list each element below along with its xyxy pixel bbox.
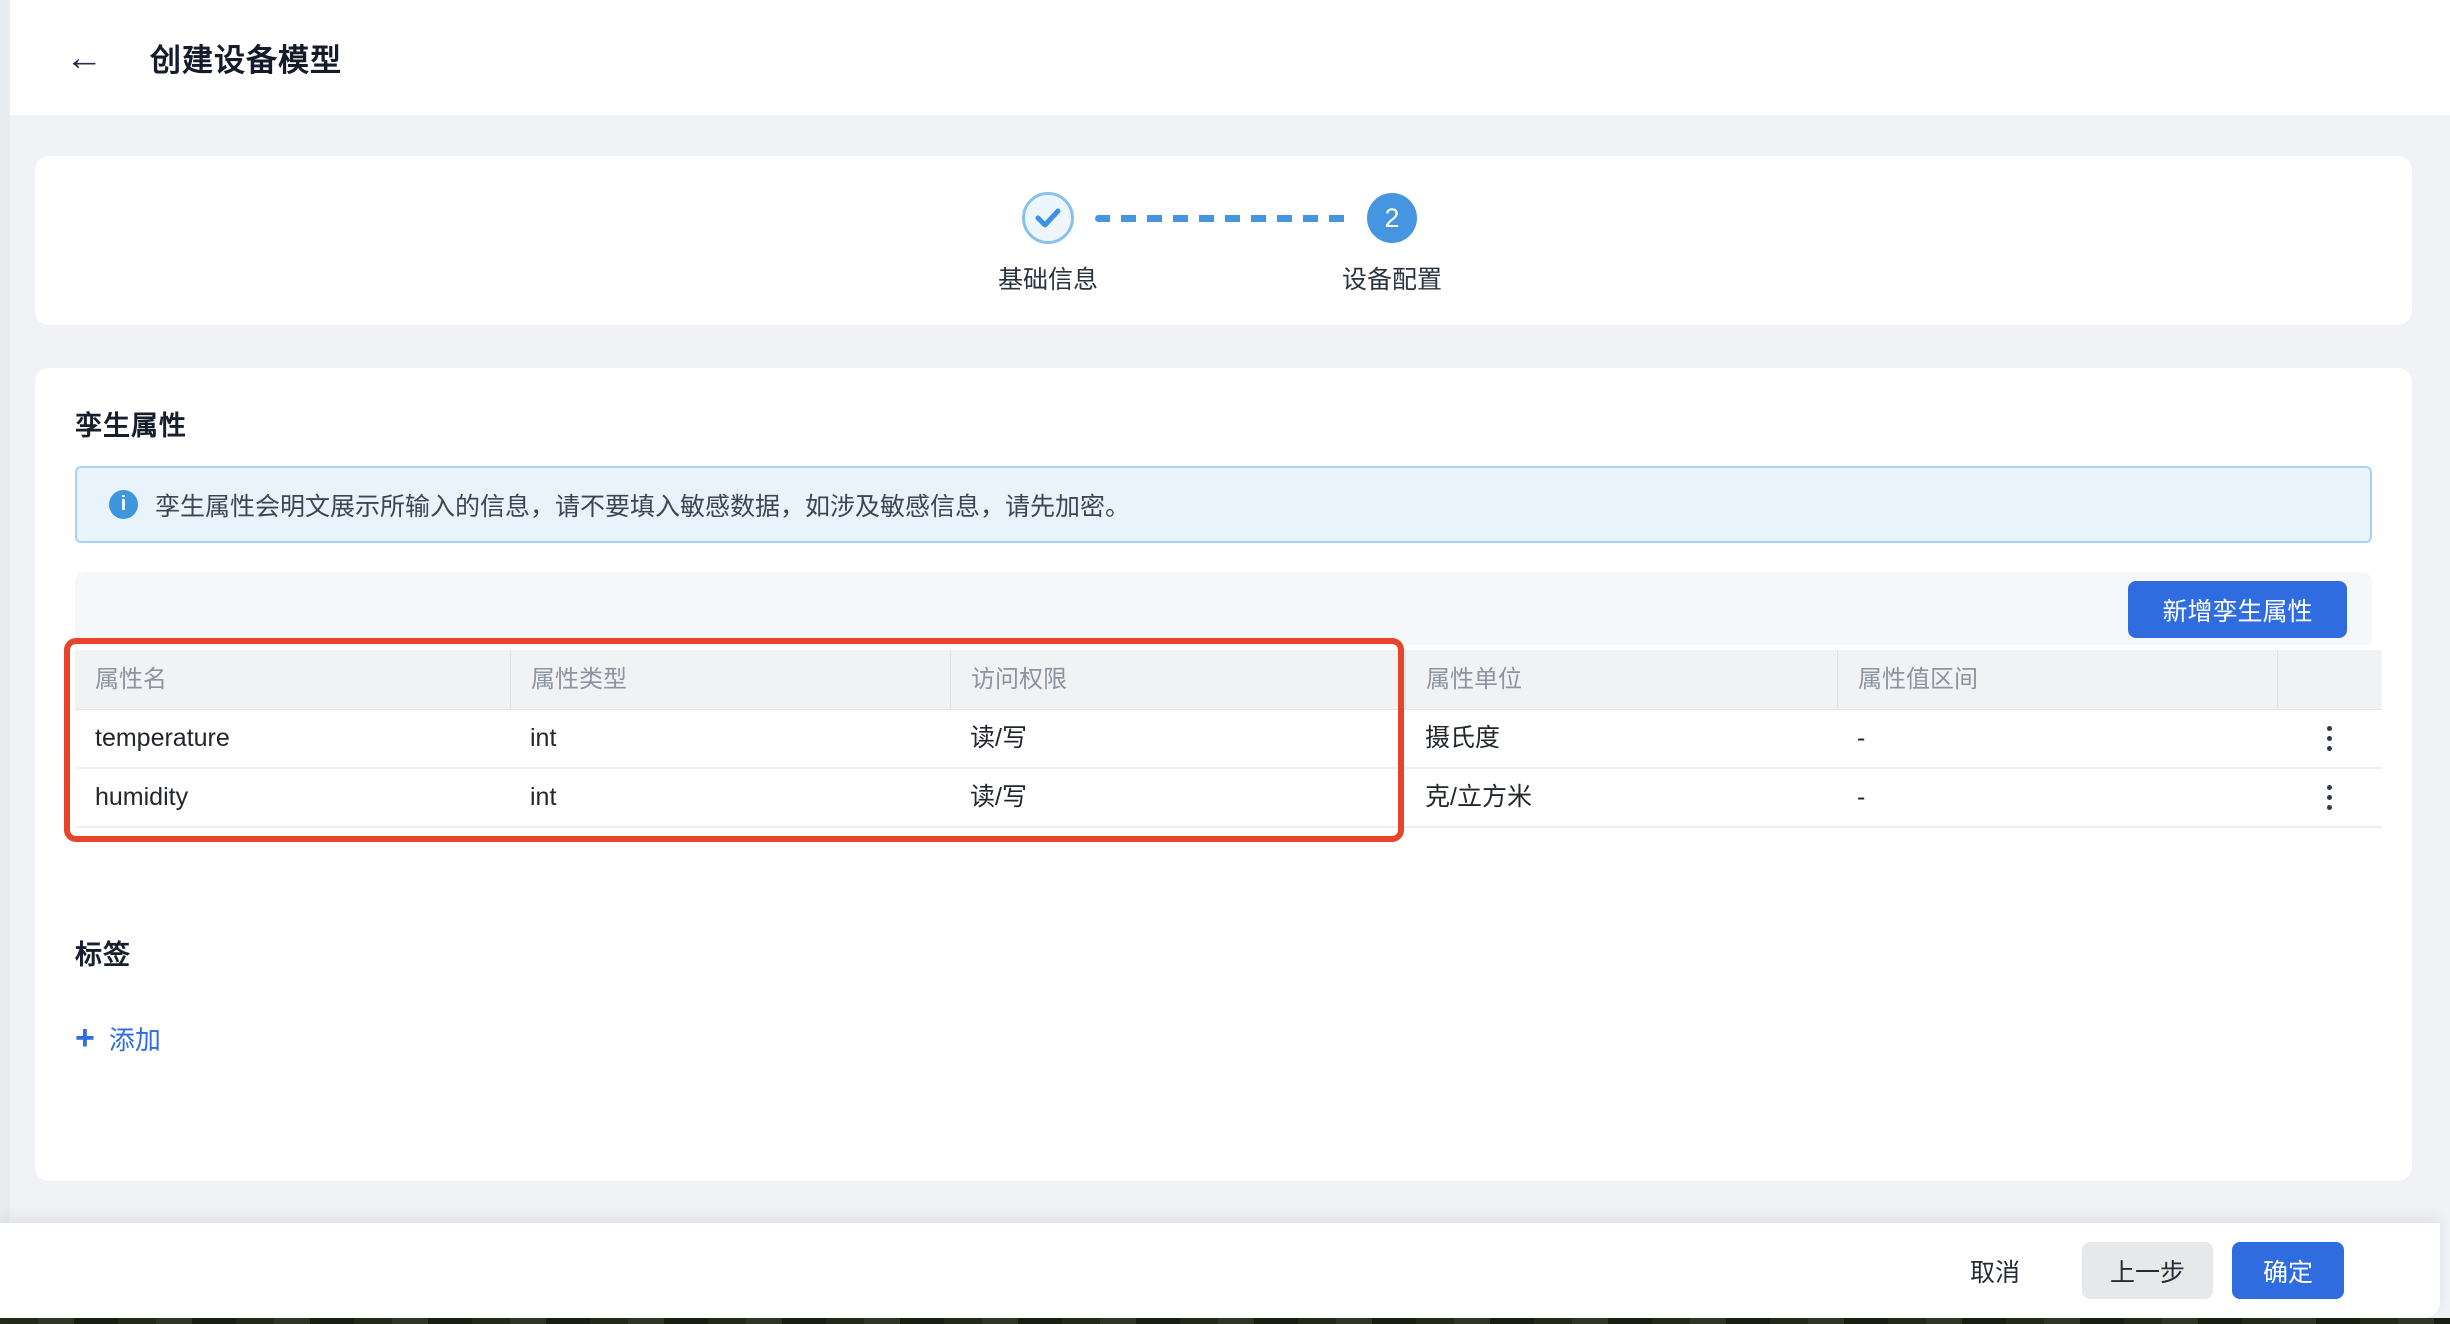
cell-name: temperature xyxy=(75,710,510,767)
step1-completed-icon xyxy=(1022,192,1074,244)
cell-actions xyxy=(2277,710,2382,767)
cell-access: 读/写 xyxy=(950,769,1405,826)
table-header-row: 属性名 属性类型 访问权限 属性单位 属性值区间 xyxy=(75,650,2382,710)
confirm-button[interactable]: 确定 xyxy=(2232,1242,2344,1299)
twin-attributes-title: 孪生属性 xyxy=(75,404,187,443)
window-edge xyxy=(0,0,10,1223)
add-tag-label: 添加 xyxy=(109,1020,161,1057)
footer-action-bar: 取消 上一步 确定 xyxy=(0,1223,2440,1318)
back-button[interactable]: ← xyxy=(62,36,106,80)
cell-unit: 克/立方米 xyxy=(1405,769,1837,826)
cancel-button[interactable]: 取消 xyxy=(1970,1253,2020,1289)
col-header-access: 访问权限 xyxy=(950,650,1405,709)
tags-title: 标签 xyxy=(75,933,131,972)
col-header-type: 属性类型 xyxy=(510,650,950,709)
check-icon xyxy=(1035,207,1061,229)
cell-actions xyxy=(2277,769,2382,826)
table-toolbar: 新增孪生属性 xyxy=(75,572,2372,645)
row-actions-menu-icon[interactable] xyxy=(2308,776,2352,820)
stepper-connector xyxy=(1095,215,1355,222)
cell-unit: 摄氏度 xyxy=(1405,710,1837,767)
col-header-actions xyxy=(2277,650,2382,709)
app-header: ← 创建设备模型 xyxy=(10,0,2450,115)
cell-range: - xyxy=(1837,769,2277,826)
device-config-card: 孪生属性 i 孪生属性会明文展示所输入的信息，请不要填入敏感数据，如涉及敏感信息… xyxy=(35,368,2412,1181)
add-twin-attribute-button[interactable]: 新增孪生属性 xyxy=(2128,581,2347,638)
step2-number: 2 xyxy=(1384,203,1399,234)
col-header-name: 属性名 xyxy=(75,650,510,709)
add-tag-button[interactable]: + 添加 xyxy=(75,1016,161,1060)
twin-attributes-table: 属性名 属性类型 访问权限 属性单位 属性值区间 temperature int… xyxy=(75,650,2382,828)
page-title: 创建设备模型 xyxy=(150,35,342,80)
col-header-unit: 属性单位 xyxy=(1405,650,1837,709)
twin-attributes-notice: i 孪生属性会明文展示所输入的信息，请不要填入敏感数据，如涉及敏感信息，请先加密… xyxy=(75,466,2372,543)
notice-text: 孪生属性会明文展示所输入的信息，请不要填入敏感数据，如涉及敏感信息，请先加密。 xyxy=(155,487,1130,523)
desktop-wallpaper-edge xyxy=(0,1318,2450,1324)
cell-type: int xyxy=(510,710,950,767)
step1-label: 基础信息 xyxy=(968,260,1128,296)
info-icon: i xyxy=(109,490,138,519)
cell-name: humidity xyxy=(75,769,510,826)
table-row: humidity int 读/写 克/立方米 - xyxy=(75,769,2382,828)
step2-active-icon: 2 xyxy=(1367,193,1417,243)
table-row: temperature int 读/写 摄氏度 - xyxy=(75,710,2382,769)
cell-range: - xyxy=(1837,710,2277,767)
previous-step-button[interactable]: 上一步 xyxy=(2082,1242,2213,1299)
row-actions-menu-icon[interactable] xyxy=(2308,717,2352,761)
col-header-range: 属性值区间 xyxy=(1837,650,2277,709)
step2-label: 设备配置 xyxy=(1312,260,1472,296)
plus-icon: + xyxy=(75,1021,95,1055)
cell-access: 读/写 xyxy=(950,710,1405,767)
cell-type: int xyxy=(510,769,950,826)
stepper-card: 2 基础信息 设备配置 xyxy=(35,156,2412,325)
